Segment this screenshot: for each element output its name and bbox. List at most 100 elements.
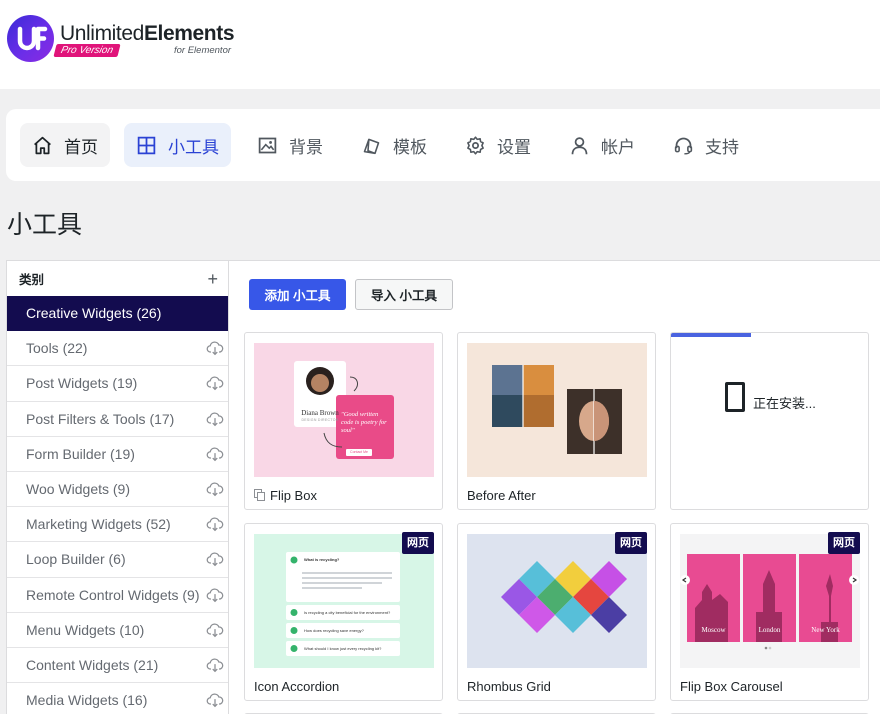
- headset-icon: [674, 137, 693, 155]
- grid-icon: [137, 136, 156, 154]
- widget-card-name: Rhombus Grid: [467, 679, 551, 694]
- page-badge: 网页: [615, 532, 647, 554]
- category-item[interactable]: Media Widgets (16): [7, 683, 228, 714]
- template-icon: [363, 138, 380, 154]
- category-header-title: 类别: [19, 273, 45, 287]
- flip-box-quote: "Good written code is poetry for soul": [341, 411, 387, 434]
- category-label: Media Widgets (16): [26, 692, 148, 709]
- category-item[interactable]: Loop Builder (6): [7, 542, 228, 578]
- flip-box-person-role: DESIGN DIRECTOR: [301, 418, 339, 422]
- add-category-button[interactable]: +: [207, 270, 218, 288]
- install-progress-bar: [671, 333, 868, 337]
- installing-indicator: 正在安装...: [725, 381, 816, 412]
- category-item[interactable]: Marketing Widgets (52): [7, 507, 228, 543]
- widget-thumbnail: Moscow London New York: [680, 534, 860, 668]
- nav-item-support[interactable]: 支持: [661, 123, 751, 167]
- cloud-download-icon[interactable]: [206, 339, 224, 357]
- category-label: Creative Widgets (26): [26, 305, 162, 322]
- widget-content: 添加 小工具 导入 小工具 Diana Brown DESIGN DIRECTO…: [229, 261, 880, 714]
- carousel-preview-image: [680, 554, 859, 650]
- nav-item-label: 设置: [497, 137, 531, 157]
- cloud-download-icon[interactable]: [206, 515, 224, 533]
- widget-card-rhombus-grid[interactable]: 网页 Rhombus Grid: [457, 523, 656, 701]
- nav-item-label: 支持: [705, 137, 739, 157]
- category-item[interactable]: Form Builder (19): [7, 437, 228, 472]
- add-widget-button[interactable]: 添加 小工具: [249, 279, 346, 310]
- widget-card-name: Before After: [467, 488, 536, 503]
- category-item[interactable]: Menu Widgets (10): [7, 613, 228, 648]
- page-title: 小工具: [7, 211, 83, 239]
- category-header: 类别 +: [7, 261, 228, 296]
- cloud-download-icon[interactable]: [206, 656, 224, 674]
- pro-version-badge: Pro Version: [53, 44, 121, 57]
- cloud-download-icon[interactable]: [206, 621, 224, 639]
- category-label: Remote Control Widgets (9): [26, 586, 200, 603]
- page-badge: 网页: [402, 532, 434, 554]
- nav-item-label: 背景: [289, 137, 323, 157]
- widget-card-icon-accordion[interactable]: What is recycling? Is recycling a city b…: [244, 523, 443, 701]
- category-item[interactable]: Post Filters & Tools (17): [7, 402, 228, 437]
- widget-card-flip-box[interactable]: Diana Brown DESIGN DIRECTOR "Good writte…: [244, 332, 443, 510]
- category-label: Marketing Widgets (52): [26, 516, 171, 533]
- before-after-preview-image: [492, 365, 622, 454]
- category-item[interactable]: Remote Control Widgets (9): [7, 578, 228, 613]
- cloud-download-icon[interactable]: [206, 410, 224, 428]
- category-item[interactable]: Post Widgets (19): [7, 366, 228, 402]
- rhombus-grid-preview-image: [501, 561, 627, 633]
- widget-thumbnail: [467, 343, 647, 477]
- cloud-download-icon[interactable]: [206, 374, 224, 392]
- nav-item-settings[interactable]: 设置: [453, 123, 543, 167]
- widget-placeholder-icon: [725, 381, 745, 412]
- brand-subtitle: for Elementor: [174, 45, 232, 56]
- widget-thumbnail: What is recycling? Is recycling a city b…: [254, 534, 434, 668]
- widget-card-name: Icon Accordion: [254, 679, 340, 694]
- cloud-download-icon[interactable]: [206, 691, 224, 709]
- cloud-download-icon[interactable]: [206, 480, 224, 498]
- category-list: Creative Widgets (26) Tools (22) Post Wi…: [7, 296, 228, 714]
- category-item[interactable]: Creative Widgets (26): [7, 296, 228, 332]
- widget-thumbnail: Diana Brown DESIGN DIRECTOR "Good writte…: [254, 343, 434, 477]
- installing-label: 正在安装...: [753, 396, 816, 411]
- flip-box-preview-image: [294, 361, 394, 459]
- category-sidebar: 类别 + Creative Widgets (26) Tools (22) Po…: [7, 261, 229, 714]
- category-item[interactable]: Tools (22): [7, 331, 228, 367]
- accordion-item-2: Is recycling a city beneficial for the e…: [304, 610, 391, 615]
- import-widget-button[interactable]: 导入 小工具: [355, 279, 453, 310]
- cloud-download-icon[interactable]: [206, 586, 224, 604]
- cloud-download-icon[interactable]: [206, 550, 224, 568]
- flip-box-person-name: Diana Brown: [301, 409, 339, 417]
- carousel-city-3: New York: [811, 626, 840, 634]
- category-label: Woo Widgets (9): [26, 481, 130, 498]
- category-label: Post Widgets (19): [26, 375, 138, 392]
- page-badge: 网页: [828, 532, 860, 554]
- accordion-item-1: What is recycling?: [304, 557, 340, 562]
- top-header: UnlimitedElements Pro Version for Elemen…: [0, 0, 880, 89]
- nav-item-label: 模板: [393, 137, 427, 157]
- nav-item-templates[interactable]: 模板: [349, 123, 439, 167]
- cloud-download-icon[interactable]: [206, 445, 224, 463]
- category-label: Post Filters & Tools (17): [26, 410, 175, 427]
- nav-item-label: 首页: [64, 137, 98, 157]
- nav-item-home[interactable]: 首页: [20, 123, 110, 167]
- widget-thumbnail: [467, 534, 647, 668]
- main-nav: 首页 小工具 背景 模板 设置 帐户 支持: [6, 109, 880, 181]
- category-item[interactable]: Woo Widgets (9): [7, 472, 228, 508]
- widget-card-flip-box-carousel[interactable]: Moscow London New York 网页 Flip Box Carou…: [670, 523, 869, 701]
- category-label: Content Widgets (21): [26, 656, 159, 673]
- widget-card-before-after[interactable]: Before After: [457, 332, 656, 510]
- category-item[interactable]: Content Widgets (21): [7, 648, 228, 684]
- nav-item-backgrounds[interactable]: 背景: [245, 123, 335, 167]
- widget-card-name: Flip Box: [270, 488, 317, 503]
- carousel-city-1: Moscow: [701, 626, 726, 634]
- widgets-panel: 类别 + Creative Widgets (26) Tools (22) Po…: [6, 260, 880, 714]
- duplicate-icon: [254, 489, 265, 501]
- category-label: Loop Builder (6): [26, 551, 126, 568]
- accordion-item-4: What should I know just every recycling …: [304, 646, 382, 651]
- nav-item-account[interactable]: 帐户: [557, 123, 647, 167]
- flip-box-cta: Contact Me: [350, 450, 368, 454]
- brand-logo-icon: [7, 15, 54, 62]
- user-icon: [571, 136, 588, 154]
- accordion-item-3: How does recycling save energy?: [304, 628, 364, 633]
- nav-item-widgets[interactable]: 小工具: [124, 123, 231, 167]
- gear-icon: [467, 135, 484, 155]
